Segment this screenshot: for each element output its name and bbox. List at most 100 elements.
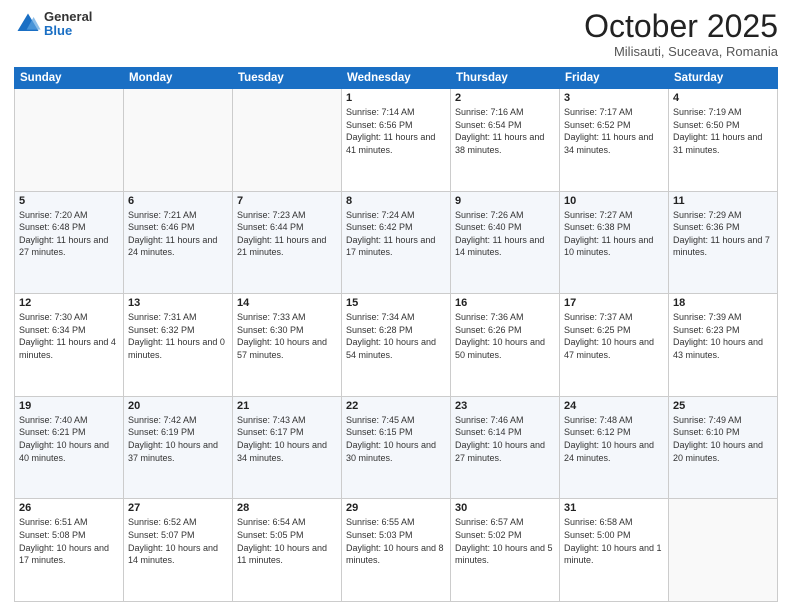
calendar-cell: 20 Sunrise: 7:42 AM Sunset: 6:19 PM Dayli… — [124, 396, 233, 499]
day-number: 13 — [128, 297, 228, 309]
day-number: 17 — [564, 297, 664, 309]
day-number: 23 — [455, 400, 555, 412]
day-info: Sunrise: 7:39 AM Sunset: 6:23 PM Dayligh… — [673, 311, 773, 361]
day-number: 4 — [673, 92, 773, 104]
day-info: Sunrise: 6:51 AM Sunset: 5:08 PM Dayligh… — [19, 516, 119, 566]
day-number: 10 — [564, 195, 664, 207]
day-info: Sunrise: 7:21 AM Sunset: 6:46 PM Dayligh… — [128, 209, 228, 259]
day-info: Sunrise: 7:26 AM Sunset: 6:40 PM Dayligh… — [455, 209, 555, 259]
day-info: Sunrise: 7:37 AM Sunset: 6:25 PM Dayligh… — [564, 311, 664, 361]
logo-icon — [14, 10, 42, 38]
calendar-header-friday: Friday — [560, 68, 669, 89]
calendar-cell: 28Sunrise: 6:54 AM Sunset: 5:05 PM Dayli… — [233, 499, 342, 602]
day-info: Sunrise: 7:23 AM Sunset: 6:44 PM Dayligh… — [237, 209, 337, 259]
calendar-cell: 6 Sunrise: 7:21 AM Sunset: 6:46 PM Daylig… — [124, 191, 233, 294]
day-info: Sunrise: 7:16 AM Sunset: 6:54 PM Dayligh… — [455, 106, 555, 156]
day-info: Sunrise: 6:57 AM Sunset: 5:02 PM Dayligh… — [455, 516, 555, 566]
calendar-cell: 27 Sunrise: 6:52 AM Sunset: 5:07 PM Dayli… — [124, 499, 233, 602]
calendar-cell — [15, 89, 124, 192]
calendar-cell: 2 Sunrise: 7:16 AM Sunset: 6:54 PM Daylig… — [451, 89, 560, 192]
calendar-week-1: 1 Sunrise: 7:14 AM Sunset: 6:56 PM Daylig… — [15, 89, 778, 192]
calendar-cell: 16Sunrise: 7:36 AM Sunset: 6:26 PM Dayli… — [451, 294, 560, 397]
day-number: 22 — [346, 400, 446, 412]
calendar-week-3: 12 Sunrise: 7:30 AM Sunset: 6:34 PM Dayli… — [15, 294, 778, 397]
calendar-cell: 17 Sunrise: 7:37 AM Sunset: 6:25 PM Dayli… — [560, 294, 669, 397]
calendar-header-monday: Monday — [124, 68, 233, 89]
calendar-header-tuesday: Tuesday — [233, 68, 342, 89]
calendar-header-wednesday: Wednesday — [342, 68, 451, 89]
day-number: 11 — [673, 195, 773, 207]
day-info: Sunrise: 6:55 AM Sunset: 5:03 PM Dayligh… — [346, 516, 446, 566]
calendar-cell: 5 Sunrise: 7:20 AM Sunset: 6:48 PM Daylig… — [15, 191, 124, 294]
day-info: Sunrise: 7:30 AM Sunset: 6:34 PM Dayligh… — [19, 311, 119, 361]
logo-text: General Blue — [44, 10, 92, 39]
calendar-table: SundayMondayTuesdayWednesdayThursdayFrid… — [14, 67, 778, 602]
day-info: Sunrise: 7:19 AM Sunset: 6:50 PM Dayligh… — [673, 106, 773, 156]
location: Milisauti, Suceava, Romania — [584, 44, 778, 59]
calendar-week-5: 26Sunrise: 6:51 AM Sunset: 5:08 PM Dayli… — [15, 499, 778, 602]
logo-blue: Blue — [44, 24, 92, 38]
day-number: 6 — [128, 195, 228, 207]
day-info: Sunrise: 6:54 AM Sunset: 5:05 PM Dayligh… — [237, 516, 337, 566]
calendar-header-sunday: Sunday — [15, 68, 124, 89]
day-info: Sunrise: 7:20 AM Sunset: 6:48 PM Dayligh… — [19, 209, 119, 259]
day-number: 31 — [564, 502, 664, 514]
day-number: 21 — [237, 400, 337, 412]
day-info: Sunrise: 7:17 AM Sunset: 6:52 PM Dayligh… — [564, 106, 664, 156]
day-number: 16 — [455, 297, 555, 309]
calendar-cell: 23 Sunrise: 7:46 AM Sunset: 6:14 PM Dayli… — [451, 396, 560, 499]
day-number: 30 — [455, 502, 555, 514]
calendar-cell: 19Sunrise: 7:40 AM Sunset: 6:21 PM Dayli… — [15, 396, 124, 499]
day-info: Sunrise: 7:34 AM Sunset: 6:28 PM Dayligh… — [346, 311, 446, 361]
header: General Blue October 2025 Milisauti, Suc… — [14, 10, 778, 59]
day-number: 19 — [19, 400, 119, 412]
day-info: Sunrise: 7:14 AM Sunset: 6:56 PM Dayligh… — [346, 106, 446, 156]
calendar-cell: 21 Sunrise: 7:43 AM Sunset: 6:17 PM Dayli… — [233, 396, 342, 499]
day-number: 15 — [346, 297, 446, 309]
day-number: 12 — [19, 297, 119, 309]
day-info: Sunrise: 7:24 AM Sunset: 6:42 PM Dayligh… — [346, 209, 446, 259]
day-number: 27 — [128, 502, 228, 514]
day-number: 20 — [128, 400, 228, 412]
logo-general: General — [44, 10, 92, 24]
calendar-header-row: SundayMondayTuesdayWednesdayThursdayFrid… — [15, 68, 778, 89]
calendar-cell: 30 Sunrise: 6:57 AM Sunset: 5:02 PM Dayli… — [451, 499, 560, 602]
calendar-cell: 24Sunrise: 7:48 AM Sunset: 6:12 PM Dayli… — [560, 396, 669, 499]
day-number: 5 — [19, 195, 119, 207]
calendar-cell: 31Sunrise: 6:58 AM Sunset: 5:00 PM Dayli… — [560, 499, 669, 602]
title-block: October 2025 Milisauti, Suceava, Romania — [584, 10, 778, 59]
calendar-header-saturday: Saturday — [669, 68, 778, 89]
calendar-cell: 12 Sunrise: 7:30 AM Sunset: 6:34 PM Dayli… — [15, 294, 124, 397]
calendar-cell: 4 Sunrise: 7:19 AM Sunset: 6:50 PM Daylig… — [669, 89, 778, 192]
calendar-cell: 8 Sunrise: 7:24 AM Sunset: 6:42 PM Daylig… — [342, 191, 451, 294]
calendar-cell — [124, 89, 233, 192]
calendar-cell: 11 Sunrise: 7:29 AM Sunset: 6:36 PM Dayli… — [669, 191, 778, 294]
calendar-cell: 25 Sunrise: 7:49 AM Sunset: 6:10 PM Dayli… — [669, 396, 778, 499]
calendar-cell: 15 Sunrise: 7:34 AM Sunset: 6:28 PM Dayli… — [342, 294, 451, 397]
day-info: Sunrise: 7:46 AM Sunset: 6:14 PM Dayligh… — [455, 414, 555, 464]
day-info: Sunrise: 7:49 AM Sunset: 6:10 PM Dayligh… — [673, 414, 773, 464]
calendar-week-4: 19Sunrise: 7:40 AM Sunset: 6:21 PM Dayli… — [15, 396, 778, 499]
day-number: 1 — [346, 92, 446, 104]
day-number: 29 — [346, 502, 446, 514]
calendar-cell: 26Sunrise: 6:51 AM Sunset: 5:08 PM Dayli… — [15, 499, 124, 602]
calendar-cell: 13 Sunrise: 7:31 AM Sunset: 6:32 PM Dayli… — [124, 294, 233, 397]
day-number: 7 — [237, 195, 337, 207]
day-info: Sunrise: 7:31 AM Sunset: 6:32 PM Dayligh… — [128, 311, 228, 361]
day-number: 25 — [673, 400, 773, 412]
calendar-cell: 7 Sunrise: 7:23 AM Sunset: 6:44 PM Daylig… — [233, 191, 342, 294]
day-number: 9 — [455, 195, 555, 207]
day-number: 8 — [346, 195, 446, 207]
day-number: 14 — [237, 297, 337, 309]
day-info: Sunrise: 6:52 AM Sunset: 5:07 PM Dayligh… — [128, 516, 228, 566]
calendar-cell — [233, 89, 342, 192]
calendar-cell: 10 Sunrise: 7:27 AM Sunset: 6:38 PM Dayli… — [560, 191, 669, 294]
day-info: Sunrise: 7:42 AM Sunset: 6:19 PM Dayligh… — [128, 414, 228, 464]
day-info: Sunrise: 7:29 AM Sunset: 6:36 PM Dayligh… — [673, 209, 773, 259]
calendar-cell: 22Sunrise: 7:45 AM Sunset: 6:15 PM Dayli… — [342, 396, 451, 499]
day-info: Sunrise: 7:27 AM Sunset: 6:38 PM Dayligh… — [564, 209, 664, 259]
day-number: 2 — [455, 92, 555, 104]
day-info: Sunrise: 7:43 AM Sunset: 6:17 PM Dayligh… — [237, 414, 337, 464]
day-number: 24 — [564, 400, 664, 412]
day-number: 18 — [673, 297, 773, 309]
